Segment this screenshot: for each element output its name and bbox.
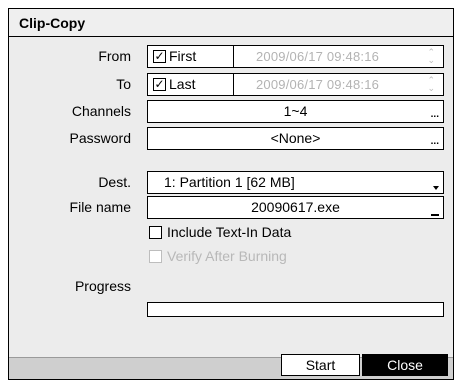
to-last-checkbox[interactable]: ✓ Last	[147, 73, 234, 96]
dest-value: 1: Partition 1 [62 MB]	[164, 174, 295, 190]
progress-label: Progress	[74, 278, 131, 294]
to-datetime-value: 2009/06/17 09:48:16	[256, 77, 380, 92]
dialog-title: Clip-Copy	[19, 15, 86, 31]
from-first-checkbox[interactable]: ✓ First	[147, 45, 234, 68]
channels-field[interactable]: 1~4 ...	[147, 100, 444, 123]
from-datetime-value: 2009/06/17 09:48:16	[256, 49, 380, 64]
from-datetime-field[interactable]: 2009/06/17 09:48:16 ⌃ ⌄	[233, 45, 444, 68]
ellipsis-icon: ...	[430, 136, 439, 147]
from-first-label: First	[169, 48, 197, 64]
clip-copy-dialog: Clip-Copy From ✓ First 2009/06/17 09:48:…	[8, 8, 454, 380]
check-icon: ✓	[153, 77, 166, 91]
check-icon: ✓	[153, 49, 166, 63]
dest-label: Dest.	[98, 174, 131, 190]
spinner-icon[interactable]: ⌃ ⌄	[427, 48, 435, 65]
edit-cursor-icon	[431, 214, 439, 216]
dropdown-arrow-icon	[433, 186, 439, 190]
to-last-label: Last	[169, 76, 196, 92]
progress-bar	[147, 302, 444, 317]
filename-field[interactable]: 20090617.exe	[147, 196, 444, 219]
from-label: From	[98, 48, 131, 64]
channels-value: 1~4	[283, 103, 308, 119]
password-field[interactable]: <None> ...	[147, 127, 444, 150]
ellipsis-icon: ...	[430, 109, 439, 120]
start-button[interactable]: Start	[281, 354, 360, 376]
checkbox-icon	[149, 250, 162, 263]
channels-label: Channels	[71, 103, 131, 119]
title-bar: Clip-Copy	[9, 9, 453, 37]
password-value: <None>	[270, 130, 321, 146]
filename-value: 20090617.exe	[251, 199, 340, 215]
to-label: To	[116, 76, 131, 92]
filename-label: File name	[69, 199, 131, 215]
verify-label: Verify After Burning	[167, 248, 287, 264]
to-datetime-field[interactable]: 2009/06/17 09:48:16 ⌃ ⌄	[233, 73, 444, 96]
spinner-icon[interactable]: ⌃ ⌄	[427, 76, 435, 93]
password-label: Password	[69, 130, 131, 146]
checkbox-icon	[149, 226, 162, 239]
close-button[interactable]: Close	[362, 354, 448, 376]
include-text-label: Include Text-In Data	[167, 224, 292, 240]
dest-dropdown[interactable]: 1: Partition 1 [62 MB]	[147, 171, 444, 194]
